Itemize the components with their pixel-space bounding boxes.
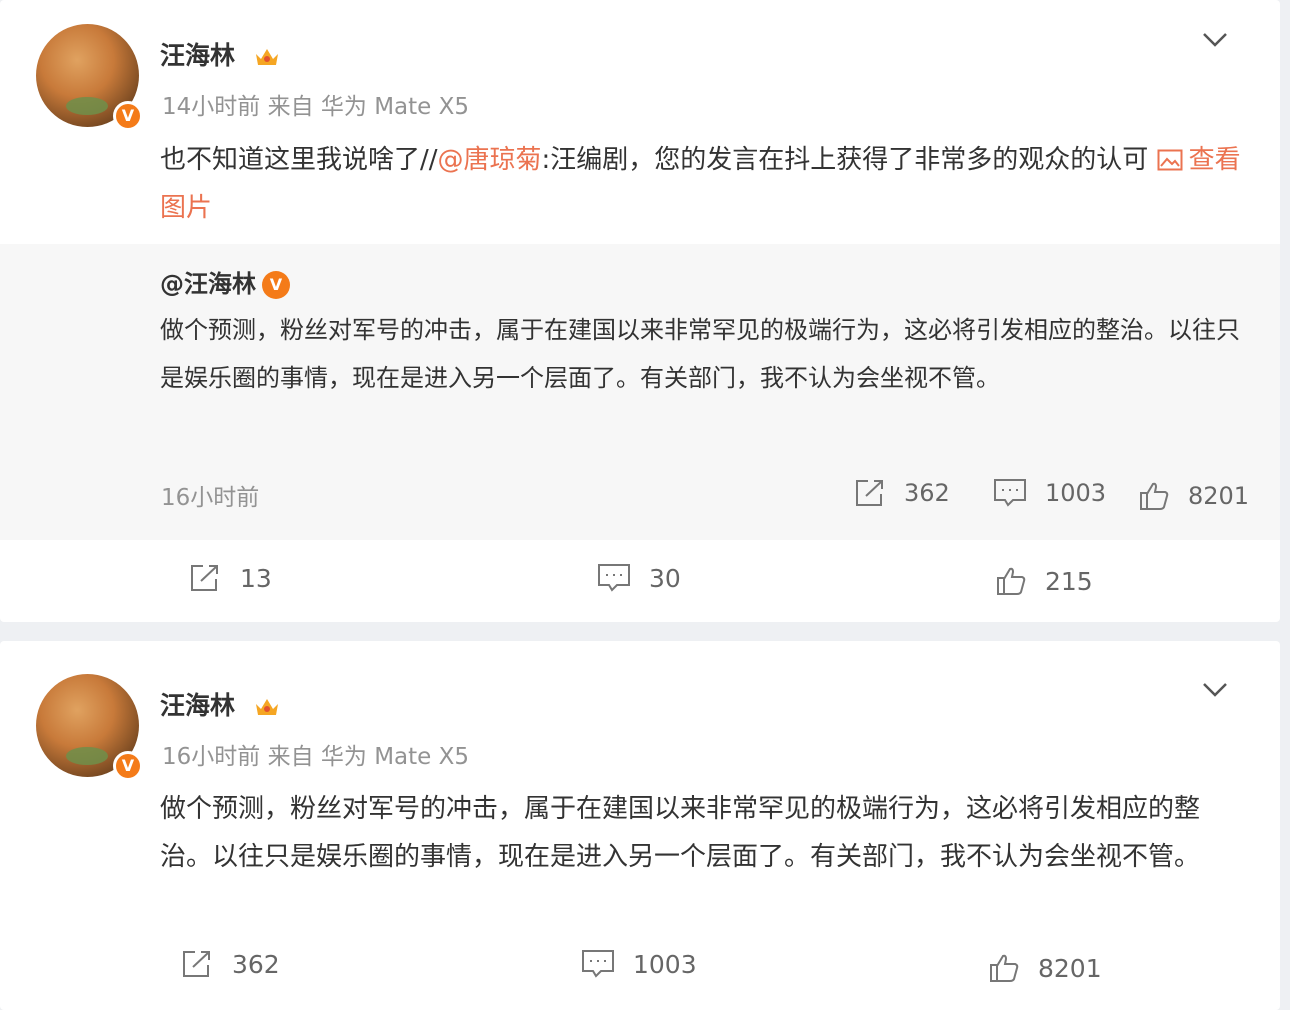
repost-username[interactable]: @汪海林 V — [160, 264, 290, 299]
mention-link[interactable]: @唐琼菊 — [438, 145, 542, 175]
reposted-content[interactable]: @汪海林 V 做个预测，粉丝对军号的冲击，属于在建国以来非常罕见的极端行为，这必将… — [0, 244, 1280, 540]
share-icon — [856, 480, 883, 506]
like-button[interactable]: 8201 — [988, 952, 1102, 984]
username-text: 汪海林 — [160, 41, 236, 70]
post-username[interactable]: 汪海林 — [160, 686, 280, 722]
share-count: 362 — [232, 949, 280, 979]
repost-share-button[interactable]: 362 — [854, 478, 950, 508]
repost-time: 16小时前 — [161, 485, 260, 511]
crown-icon — [255, 49, 278, 65]
like-icon — [1140, 482, 1169, 510]
post-text-prefix: 也不知道这里我说啥了// — [160, 145, 438, 175]
username-text: 汪海林 — [160, 691, 236, 720]
repost-like-count: 8201 — [1188, 482, 1250, 510]
post-username[interactable]: 汪海林 — [160, 36, 280, 72]
repost-comment-button[interactable]: 1003 — [993, 478, 1106, 508]
share-button[interactable]: 362 — [180, 949, 280, 979]
crown-icon — [255, 699, 278, 715]
image-icon — [1157, 149, 1183, 171]
repost-text: 做个预测，粉丝对军号的冲击，属于在建国以来非常罕见的极端行为，这必将引发相应的整… — [160, 316, 1240, 392]
like-count: 215 — [1045, 566, 1093, 596]
chevron-down-icon[interactable] — [1202, 32, 1228, 48]
repost-share-count: 362 — [904, 479, 950, 507]
share-icon — [191, 565, 218, 591]
avatar-image — [66, 97, 108, 115]
post-text: 做个预测，粉丝对军号的冲击，属于在建国以来非常罕见的极端行为，这必将引发相应的整… — [160, 794, 1201, 872]
post-meta: 14小时前 来自 华为 Mate X5 — [162, 94, 470, 120]
verified-badge-icon: V — [113, 751, 143, 781]
repost-like-button[interactable]: 8201 — [1138, 480, 1249, 512]
avatar[interactable]: V — [36, 674, 143, 781]
comment-count: 30 — [649, 563, 681, 593]
like-button[interactable]: 215 — [995, 565, 1093, 597]
like-count: 8201 — [1038, 953, 1102, 983]
verified-badge-icon: V — [262, 271, 290, 299]
post-meta: 16小时前 来自 华为 Mate X5 — [162, 744, 470, 770]
share-count: 13 — [240, 563, 272, 593]
comment-icon — [598, 564, 630, 592]
like-icon — [997, 567, 1026, 595]
comment-count: 1003 — [633, 949, 697, 979]
verified-badge-icon: V — [113, 101, 143, 131]
comment-button[interactable]: 30 — [597, 563, 681, 593]
comment-button[interactable]: 1003 — [581, 949, 697, 979]
post-text-suffix: :汪编剧，您的发言在抖上获得了非常多的观众的认可 — [541, 145, 1157, 175]
share-button[interactable]: 13 — [188, 563, 272, 593]
avatar[interactable]: V — [36, 24, 143, 131]
comment-icon — [994, 479, 1026, 507]
share-icon — [183, 951, 210, 977]
post-card-2: V 汪海林 16小时前 来自 华为 Mate X5 做个预测，粉丝对军号的冲击，… — [0, 641, 1280, 1010]
chevron-down-icon[interactable] — [1202, 682, 1228, 698]
repost-comment-count: 1003 — [1045, 479, 1107, 507]
repost-username-text: @汪海林 — [160, 270, 256, 298]
post-card-1: V 汪海林 14小时前 来自 华为 Mate X5 也不知道这里我说啥了//@唐… — [0, 0, 1280, 622]
like-icon — [990, 954, 1019, 982]
avatar-image — [66, 747, 108, 765]
comment-icon — [582, 950, 614, 978]
post-text: 也不知道这里我说啥了//@唐琼菊:汪编剧，您的发言在抖上获得了非常多的观众的认可… — [160, 136, 1250, 232]
